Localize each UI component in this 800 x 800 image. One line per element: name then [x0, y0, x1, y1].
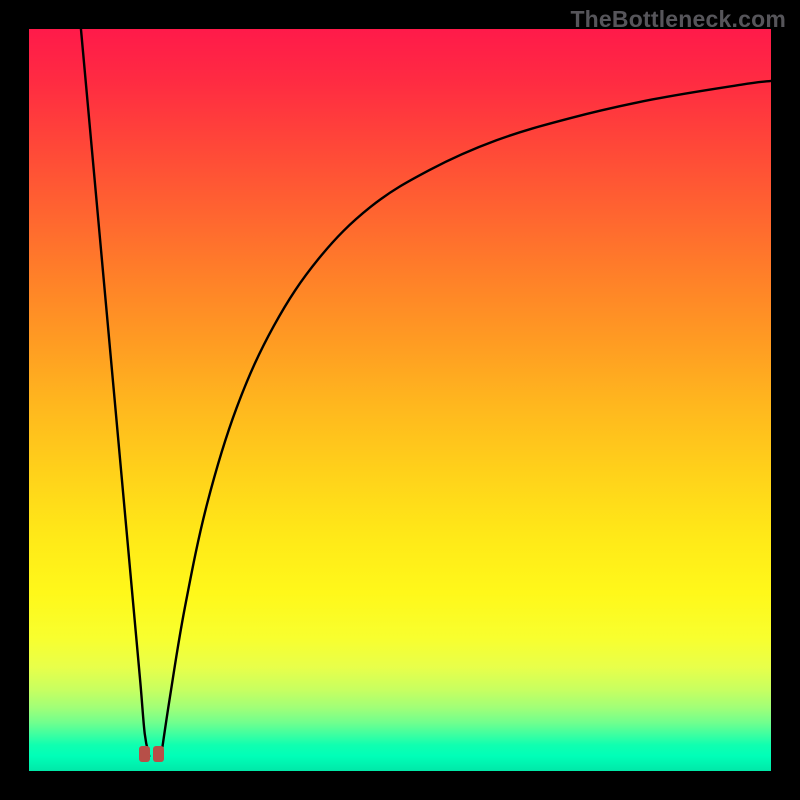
- curve-layer: [29, 29, 771, 771]
- plot-area: [29, 29, 771, 771]
- curve-left-branch: [81, 29, 149, 756]
- watermark-text: TheBottleneck.com: [570, 6, 786, 33]
- min-marker-left: [139, 746, 150, 762]
- chart-container: TheBottleneck.com: [0, 0, 800, 800]
- min-marker-right: [153, 746, 164, 762]
- curve-right-branch: [161, 81, 771, 756]
